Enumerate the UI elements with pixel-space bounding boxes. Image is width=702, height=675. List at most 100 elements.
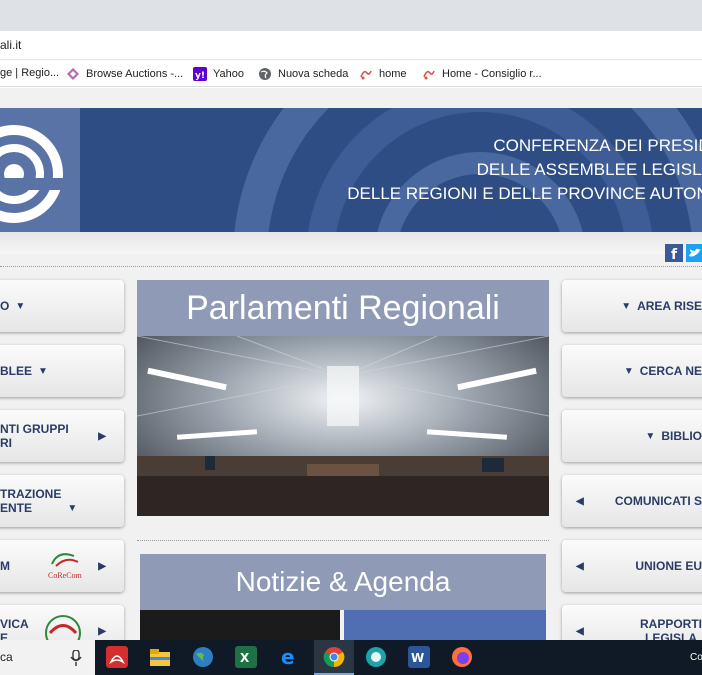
globe-app-icon[interactable] bbox=[192, 646, 214, 668]
firefox-icon[interactable] bbox=[451, 646, 473, 668]
menu-label: CERCA NE bbox=[639, 364, 702, 378]
left-menu-item[interactable]: BLEE ▼ bbox=[0, 345, 124, 397]
address-bar[interactable]: ali.it bbox=[0, 31, 702, 60]
corecom-logo-text: CoReCom bbox=[48, 571, 82, 580]
news-thumbnail[interactable] bbox=[344, 610, 546, 640]
site-icon bbox=[360, 70, 372, 80]
right-menu-item[interactable]: ▼ AREA RISE bbox=[562, 280, 702, 332]
word-icon[interactable]: W bbox=[408, 646, 430, 668]
excel-icon[interactable]: X bbox=[235, 646, 257, 668]
banner-title: CONFERENZA DEI PRESIDE DELLE ASSEMBLEE L… bbox=[347, 134, 702, 206]
menu-label: RAPPORTI LEGISLA bbox=[639, 617, 702, 640]
corecom-swirl-icon bbox=[51, 553, 79, 567]
edge-icon[interactable]: e bbox=[279, 646, 301, 668]
search-text: ca bbox=[0, 650, 13, 664]
svg-text:e: e bbox=[281, 646, 295, 668]
right-menu-item[interactable]: ◀ UNIONE EU bbox=[562, 540, 702, 592]
section-title: Notizie & Agenda bbox=[140, 554, 546, 610]
caret-right-icon: ▶ bbox=[98, 560, 106, 572]
news-thumbnail[interactable] bbox=[140, 610, 340, 640]
caret-down-icon: ▼ bbox=[67, 502, 78, 514]
web-page: CONFERENZA DEI PRESIDE DELLE ASSEMBLEE L… bbox=[0, 88, 702, 640]
banner-shadow bbox=[0, 232, 702, 254]
menu-label: BLEE bbox=[0, 364, 33, 378]
logo-icon bbox=[0, 125, 80, 223]
svg-text:f: f bbox=[671, 247, 678, 262]
taskbar: ca X e W Co bbox=[0, 640, 702, 675]
left-menu-item[interactable]: M CoReCom ▶ bbox=[0, 540, 124, 592]
bookmark-label: Home - Consiglio r... bbox=[442, 68, 542, 80]
bookmark-item[interactable]: Home - Consiglio r... bbox=[422, 67, 542, 81]
caret-right-icon: ▶ bbox=[98, 625, 106, 637]
emblem-icon bbox=[45, 615, 81, 640]
left-menu-item[interactable]: O ▼ bbox=[0, 280, 124, 332]
menu-label: TRAZIONE ENTE bbox=[0, 487, 62, 515]
corecom-logo: CoReCom bbox=[48, 552, 82, 580]
caret-left-icon: ◀ bbox=[576, 560, 584, 572]
banner-line: DELLE REGIONI E DELLE PROVINCE AUTONO bbox=[347, 184, 702, 203]
caret-down-icon: ▼ bbox=[645, 430, 656, 442]
twitter-icon[interactable] bbox=[686, 244, 702, 262]
taskbar-search[interactable]: ca bbox=[0, 640, 95, 675]
left-menu-item[interactable]: TRAZIONE ENTE ▼ bbox=[0, 475, 124, 527]
parliament-hall-image[interactable] bbox=[137, 336, 549, 516]
section-title: Parlamenti Regionali bbox=[137, 280, 549, 336]
file-explorer-icon[interactable] bbox=[149, 646, 171, 668]
left-menu-item[interactable]: NTI GRUPPI RI ▶ bbox=[0, 410, 124, 462]
right-menu-item[interactable]: ▼ BIBLIO bbox=[562, 410, 702, 462]
right-menu-item[interactable]: ▼ CERCA NE bbox=[562, 345, 702, 397]
bookmark-item[interactable]: ge | Regio... bbox=[0, 67, 59, 79]
site-banner: CONFERENZA DEI PRESIDE DELLE ASSEMBLEE L… bbox=[0, 108, 702, 232]
menu-label: BIBLIO bbox=[661, 429, 702, 443]
svg-text:W: W bbox=[411, 651, 424, 665]
bookmark-label: home bbox=[379, 68, 407, 80]
globe-icon bbox=[259, 68, 271, 80]
caret-down-icon: ▼ bbox=[15, 300, 26, 312]
acrobat-icon[interactable] bbox=[106, 646, 128, 668]
bookmark-label: Yahoo bbox=[213, 68, 244, 80]
menu-label: NTI GRUPPI RI bbox=[0, 422, 69, 450]
tray-text[interactable]: Co bbox=[690, 652, 702, 663]
bookmark-label: Browse Auctions -... bbox=[86, 68, 184, 80]
bookmark-label: ge | Regio... bbox=[0, 67, 60, 79]
menu-label: AREA RISE bbox=[637, 299, 702, 313]
facebook-icon[interactable]: f bbox=[665, 244, 683, 262]
svg-text:y!: y! bbox=[195, 71, 205, 81]
banner-line: CONFERENZA DEI PRESIDE bbox=[493, 136, 702, 155]
menu-label: O bbox=[0, 299, 10, 313]
chrome-taskbar-button[interactable] bbox=[314, 640, 354, 675]
diamond-icon bbox=[67, 68, 79, 80]
site-logo[interactable] bbox=[0, 108, 80, 232]
svg-text:X: X bbox=[240, 651, 250, 665]
divider bbox=[137, 540, 549, 541]
menu-label: UNIONE EU bbox=[635, 559, 702, 573]
hall-photo bbox=[137, 336, 549, 516]
microphone-icon[interactable] bbox=[70, 650, 82, 666]
yahoo-icon: y! bbox=[193, 67, 207, 81]
bookmark-item[interactable]: home bbox=[359, 67, 407, 81]
right-menu-item[interactable]: ◀ RAPPORTI LEGISLA bbox=[562, 605, 702, 640]
caret-left-icon: ◀ bbox=[576, 495, 584, 507]
bookmark-item[interactable]: Browse Auctions -... bbox=[66, 67, 183, 81]
divider bbox=[0, 266, 702, 267]
caret-right-icon: ▶ bbox=[98, 430, 106, 442]
caret-down-icon: ▼ bbox=[621, 300, 632, 312]
caret-down-icon: ▼ bbox=[623, 365, 634, 377]
bookmark-item[interactable]: Nuova scheda bbox=[258, 67, 348, 81]
chrome-icon bbox=[323, 647, 345, 668]
left-menu-item[interactable]: VICA E ▶ bbox=[0, 605, 124, 640]
tab-strip bbox=[0, 0, 702, 31]
menu-label: VICA E bbox=[0, 617, 29, 640]
caret-left-icon: ◀ bbox=[576, 625, 584, 637]
right-menu-item[interactable]: ◀ COMUNICATI S bbox=[562, 475, 702, 527]
menu-label: M bbox=[0, 559, 10, 573]
bookmarks-bar: ge | Regio... Browse Auctions -... y! Ya… bbox=[0, 61, 702, 87]
banner-line: DELLE ASSEMBLEE LEGISLAT bbox=[476, 160, 702, 179]
bookmark-label: Nuova scheda bbox=[278, 68, 349, 80]
caret-down-icon: ▼ bbox=[38, 365, 48, 377]
menu-label: COMUNICATI S bbox=[614, 494, 702, 508]
app-icon[interactable] bbox=[365, 646, 387, 668]
site-icon bbox=[423, 70, 435, 80]
bookmark-item[interactable]: y! Yahoo bbox=[193, 67, 244, 81]
url-text[interactable]: ali.it bbox=[0, 38, 21, 52]
